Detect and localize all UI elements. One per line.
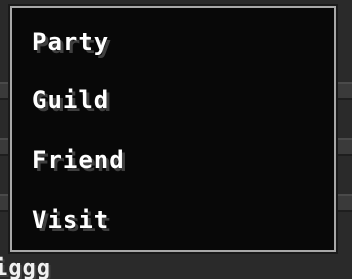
menu-item-guild[interactable]: Guild (32, 80, 322, 120)
menu-item-label: Party (32, 28, 110, 56)
menu-item-party[interactable]: Party (32, 22, 322, 62)
menu-item-label: Guild (32, 86, 110, 114)
menu-item-label: Visit (32, 206, 110, 234)
menu-item-label: Friend (32, 146, 125, 174)
player-context-menu: Party Guild Friend Visit (10, 6, 336, 252)
menu-item-friend[interactable]: Friend (32, 140, 322, 180)
background-player-name: iggg (0, 256, 51, 279)
menu-item-visit[interactable]: Visit (32, 200, 322, 240)
